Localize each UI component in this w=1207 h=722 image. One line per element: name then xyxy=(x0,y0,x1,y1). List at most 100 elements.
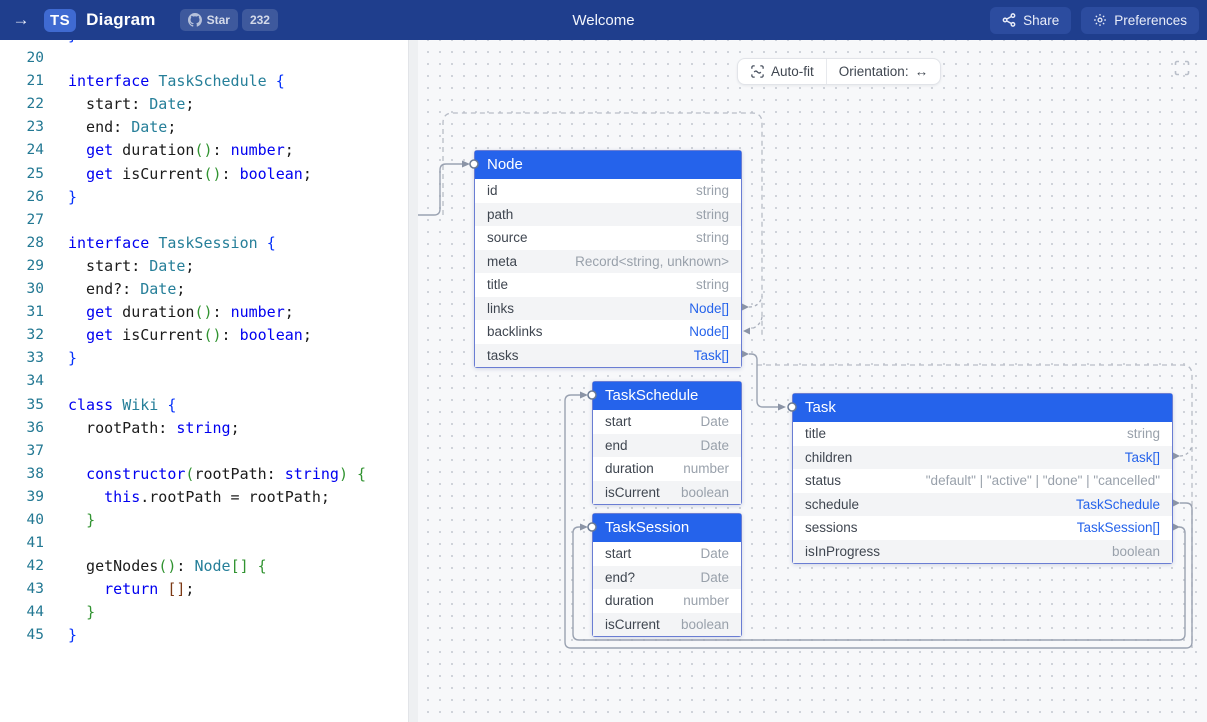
field-type[interactable]: Task[] xyxy=(1125,450,1160,465)
field-name: title xyxy=(487,277,508,292)
code-line[interactable]: 34 xyxy=(0,370,408,393)
code-line[interactable]: 36 rootPath: string; xyxy=(0,417,408,440)
field-name: start xyxy=(605,546,631,561)
code-line[interactable]: 22 start: Date; xyxy=(0,93,408,116)
code-line[interactable]: 44 } xyxy=(0,601,408,624)
field-type: Date xyxy=(700,546,729,561)
field-type: string xyxy=(696,183,729,198)
line-number: 24 xyxy=(0,139,44,162)
entity-title-tasksession[interactable]: TaskSession xyxy=(593,514,741,542)
field-type: Date xyxy=(700,414,729,429)
code-line[interactable]: 41 xyxy=(0,532,408,555)
diagram-canvas[interactable]: Auto-fit Orientation: ↔ Node id string pat… xyxy=(418,40,1207,722)
entity-card-task[interactable]: Task titlestringchildrenTask[]status"def… xyxy=(792,393,1173,564)
code-lines: 19}2021interface TaskSchedule {22 start:… xyxy=(0,40,408,648)
entity-title-node[interactable]: Node xyxy=(475,151,741,179)
field-row: status"default" | "active" | "done" | "c… xyxy=(793,469,1172,493)
field-type[interactable]: TaskSchedule xyxy=(1076,497,1160,512)
field-row: id string xyxy=(475,179,741,203)
field-name: duration xyxy=(605,593,654,608)
field-type[interactable]: Node[] xyxy=(689,324,729,339)
entity-card-tasksession[interactable]: TaskSession startDateend?Datedurationnum… xyxy=(592,513,742,637)
code-line[interactable]: 25 get isCurrent(): boolean; xyxy=(0,163,408,186)
orientation-arrow-icon: ↔ xyxy=(915,64,929,79)
field-type[interactable]: TaskSession[] xyxy=(1077,520,1160,535)
code-line[interactable]: 23 end: Date; xyxy=(0,116,408,139)
autofit-button[interactable]: Auto-fit xyxy=(738,59,826,84)
code-line[interactable]: 45} xyxy=(0,624,408,647)
topbar: → TS Diagram Star 232 Welcome Share Pref… xyxy=(0,0,1207,40)
code-line[interactable]: 30 end?: Date; xyxy=(0,278,408,301)
code-line[interactable]: 21interface TaskSchedule { xyxy=(0,70,408,93)
code-text: class Wiki { xyxy=(68,394,176,417)
field-type[interactable]: Node[] xyxy=(689,301,729,316)
field-row: backlinksNode[] xyxy=(475,320,741,344)
code-line[interactable]: 20 xyxy=(0,47,408,70)
line-number: 45 xyxy=(0,624,44,647)
code-line[interactable]: 28interface TaskSession { xyxy=(0,232,408,255)
code-line[interactable]: 31 get duration(): number; xyxy=(0,301,408,324)
field-type: string xyxy=(696,207,729,222)
line-number: 37 xyxy=(0,440,44,463)
code-text: end: Date; xyxy=(68,116,176,139)
code-text: get duration(): number; xyxy=(68,139,294,162)
share-label: Share xyxy=(1023,13,1059,28)
field-type: Date xyxy=(700,570,729,585)
github-star-button[interactable]: Star xyxy=(180,9,238,31)
code-line[interactable]: 29 start: Date; xyxy=(0,255,408,278)
code-text: get duration(): number; xyxy=(68,301,294,324)
share-button[interactable]: Share xyxy=(990,7,1071,34)
entity-card-node[interactable]: Node idstringpathstringsourcestringmetaR… xyxy=(474,150,742,368)
field-type[interactable]: Task[] xyxy=(694,348,729,363)
code-editor[interactable]: 19}2021interface TaskSchedule {22 start:… xyxy=(0,40,408,722)
line-number: 43 xyxy=(0,578,44,601)
code-text: this.rootPath = rootPath; xyxy=(68,486,330,509)
code-text: interface TaskSchedule { xyxy=(68,70,285,93)
field-type: number xyxy=(683,461,729,476)
field-name: tasks xyxy=(487,348,519,363)
entity-rows: startDateend?DatedurationnumberisCurrent… xyxy=(593,542,741,636)
code-line[interactable]: 26} xyxy=(0,186,408,209)
preferences-label: Preferences xyxy=(1114,13,1187,28)
github-star-count[interactable]: 232 xyxy=(242,9,278,31)
code-line[interactable]: 37 xyxy=(0,440,408,463)
code-line[interactable]: 43 return []; xyxy=(0,578,408,601)
orientation-button[interactable]: Orientation: ↔ xyxy=(826,59,940,84)
entity-title-taskschedule[interactable]: TaskSchedule xyxy=(593,382,741,410)
code-line[interactable]: 19} xyxy=(0,40,408,47)
field-row: durationnumber xyxy=(593,457,741,481)
preferences-button[interactable]: Preferences xyxy=(1081,7,1199,34)
line-number: 27 xyxy=(0,209,44,232)
code-line[interactable]: 42 getNodes(): Node[] { xyxy=(0,555,408,578)
field-name: end? xyxy=(605,570,635,585)
field-name: isCurrent xyxy=(605,485,660,500)
code-line[interactable]: 27 xyxy=(0,209,408,232)
field-type: string xyxy=(696,230,729,245)
field-name: id xyxy=(487,183,498,198)
connector-links-self xyxy=(749,296,762,307)
field-name: status xyxy=(805,473,841,488)
fullscreen-icon[interactable] xyxy=(1174,60,1190,76)
editor-scrollbar[interactable] xyxy=(408,40,418,722)
code-line[interactable]: 35class Wiki { xyxy=(0,394,408,417)
github-star-widget[interactable]: Star 232 xyxy=(180,9,278,31)
connector-wiki-to-node xyxy=(418,164,462,215)
entity-title-task[interactable]: Task xyxy=(793,394,1172,422)
code-line[interactable]: 33} xyxy=(0,347,408,370)
field-row: isCurrentboolean xyxy=(593,613,741,637)
collapse-panel-icon[interactable]: → xyxy=(8,10,34,30)
gear-icon xyxy=(1093,13,1107,27)
code-line[interactable]: 32 get isCurrent(): boolean; xyxy=(0,324,408,347)
line-number: 38 xyxy=(0,463,44,486)
code-text: getNodes(): Node[] { xyxy=(68,555,267,578)
code-line[interactable]: 24 get duration(): number; xyxy=(0,139,408,162)
code-line[interactable]: 40 } xyxy=(0,509,408,532)
code-line[interactable]: 38 constructor(rootPath: string) { xyxy=(0,463,408,486)
entity-card-taskschedule[interactable]: TaskSchedule startDateendDatedurationnum… xyxy=(592,381,742,505)
code-line[interactable]: 39 this.rootPath = rootPath; xyxy=(0,486,408,509)
line-number: 31 xyxy=(0,301,44,324)
field-type: Record<string, unknown> xyxy=(575,254,729,269)
field-name: path xyxy=(487,207,513,222)
share-icon xyxy=(1002,13,1016,27)
code-text: start: Date; xyxy=(68,93,194,116)
